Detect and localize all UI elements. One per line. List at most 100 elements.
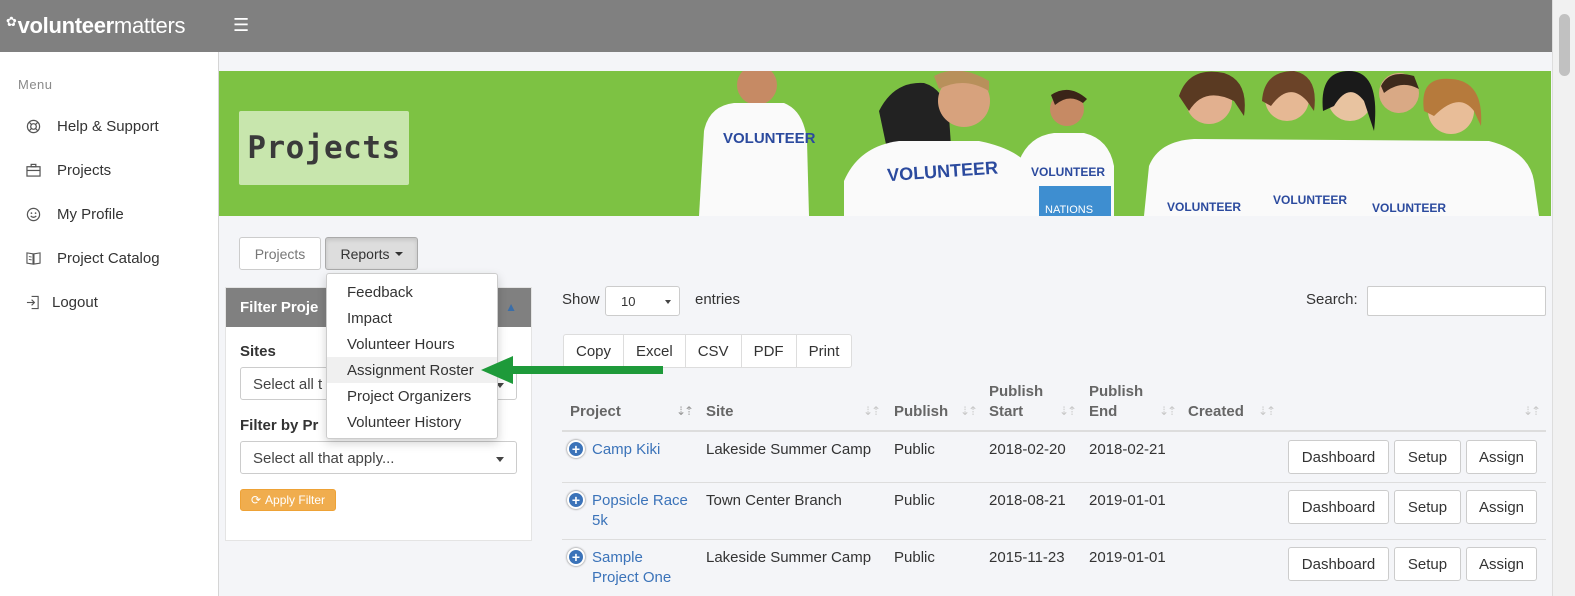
- caret-down-icon: [394, 251, 403, 256]
- logout-icon: [24, 293, 42, 311]
- dashboard-button[interactable]: Dashboard: [1288, 490, 1389, 524]
- sidebar-item-help-support[interactable]: Help & Support: [24, 115, 159, 137]
- search-input[interactable]: [1367, 286, 1546, 316]
- project-link[interactable]: Sample Project One: [592, 548, 671, 588]
- pdf-button[interactable]: PDF: [742, 335, 797, 367]
- column-header-created[interactable]: Created: [1188, 402, 1244, 422]
- menu-item-volunteer-hours[interactable]: Volunteer Hours: [327, 331, 497, 357]
- sort-icon[interactable]: ⇣⇡: [863, 404, 881, 418]
- smiley-icon: [24, 205, 42, 223]
- publish-start-cell: 2018-02-20: [989, 441, 1066, 458]
- publish-end-cell: 2019-01-01: [1089, 492, 1166, 509]
- sort-icon[interactable]: ⇣⇡: [1059, 404, 1077, 418]
- filter-by-select[interactable]: Select all that apply...: [240, 441, 517, 474]
- sidebar-item-label: Help & Support: [57, 117, 159, 135]
- menu-item-assignment-roster[interactable]: Assignment Roster: [327, 357, 497, 383]
- setup-button[interactable]: Setup: [1394, 547, 1461, 581]
- sidebar-item-logout[interactable]: Logout: [24, 291, 98, 313]
- sidebar-item-projects[interactable]: Projects: [24, 159, 111, 181]
- print-button[interactable]: Print: [797, 335, 852, 367]
- tab-projects[interactable]: Projects: [239, 237, 321, 270]
- book-icon: [24, 249, 42, 267]
- flower-icon: ✿: [6, 14, 17, 29]
- tab-reports[interactable]: Reports: [325, 237, 418, 270]
- chevron-up-icon[interactable]: ▲: [505, 300, 517, 314]
- sidebar-menu-title: Menu: [18, 77, 53, 92]
- publish-end-cell: 2018-02-21: [1089, 441, 1166, 458]
- column-header-project[interactable]: Project: [570, 402, 621, 422]
- hamburger-menu-icon[interactable]: ☰: [233, 15, 249, 36]
- page-title: Projects: [247, 130, 401, 166]
- csv-button[interactable]: CSV: [686, 335, 742, 367]
- setup-button[interactable]: Setup: [1394, 440, 1461, 474]
- table-header-divider: [562, 430, 1546, 432]
- column-header-publish[interactable]: Publish: [894, 402, 948, 422]
- row-divider: [562, 539, 1546, 540]
- refresh-icon: ⟳: [250, 493, 262, 507]
- apply-filter-button[interactable]: ⟳ Apply Filter: [240, 489, 336, 511]
- svg-text:NATIONS: NATIONS: [1045, 204, 1093, 216]
- menu-item-impact[interactable]: Impact: [327, 305, 497, 331]
- site-cell: Lakeside Summer Camp: [706, 441, 872, 458]
- site-cell: Lakeside Summer Camp: [706, 549, 872, 566]
- row-divider: [562, 482, 1546, 483]
- sort-icon[interactable]: ⇣⇡: [1159, 404, 1177, 418]
- top-bar: ✿volunteermatters ☰: [0, 0, 1552, 52]
- green-arrow-annotation: [481, 356, 663, 384]
- svg-text:VOLUNTEER: VOLUNTEER: [1273, 193, 1347, 207]
- menu-item-project-organizers[interactable]: Project Organizers: [327, 383, 497, 409]
- svg-text:VOLUNTEER: VOLUNTEER: [1031, 165, 1105, 179]
- publish-start-cell: 2018-08-21: [989, 492, 1066, 509]
- dashboard-button[interactable]: Dashboard: [1288, 547, 1389, 581]
- sidebar-item-label: Project Catalog: [57, 249, 160, 267]
- dashboard-button[interactable]: Dashboard: [1288, 440, 1389, 474]
- setup-button[interactable]: Setup: [1394, 490, 1461, 524]
- menu-item-volunteer-history[interactable]: Volunteer History: [327, 409, 497, 435]
- column-header-publish-end[interactable]: Publish End: [1089, 382, 1143, 422]
- volunteers-photo: VOLUNTEER VOLUNTEER VOLUNTEER NATIONS VO…: [699, 71, 1539, 216]
- publish-cell: Public: [894, 492, 935, 509]
- sidebar-item-label: Logout: [52, 293, 98, 311]
- publish-cell: Public: [894, 549, 935, 566]
- expand-row-icon[interactable]: +: [567, 548, 585, 566]
- assign-button[interactable]: Assign: [1466, 547, 1537, 581]
- sort-icon[interactable]: ⇣⇡: [960, 404, 978, 418]
- filter-by-label: Filter by Pr: [240, 417, 319, 434]
- project-link[interactable]: Camp Kiki: [592, 440, 660, 460]
- column-header-site[interactable]: Site: [706, 402, 734, 422]
- publish-end-cell: 2019-01-01: [1089, 549, 1166, 566]
- sort-asc-icon[interactable]: ⇣⇡: [676, 404, 694, 418]
- publish-cell: Public: [894, 441, 935, 458]
- publish-start-cell: 2015-11-23: [989, 549, 1065, 566]
- sidebar-item-my-profile[interactable]: My Profile: [24, 203, 124, 225]
- page-banner: Projects VOLUNTEER VOLUNTEER VOLUNTEER N…: [219, 71, 1551, 216]
- sort-icon[interactable]: ⇣⇡: [1523, 404, 1541, 418]
- caret-down-icon: [496, 457, 504, 462]
- menu-item-feedback[interactable]: Feedback: [327, 279, 497, 305]
- entries-length-select[interactable]: 10: [605, 286, 680, 316]
- project-link[interactable]: Popsicle Race 5k: [592, 491, 688, 531]
- lifebuoy-icon: [24, 117, 42, 135]
- page-scrollbar[interactable]: [1552, 0, 1575, 596]
- expand-row-icon[interactable]: +: [567, 440, 585, 458]
- column-header-publish-start[interactable]: Publish Start: [989, 382, 1043, 422]
- brand-logo[interactable]: ✿volunteermatters: [6, 13, 185, 39]
- sidebar-item-label: My Profile: [57, 205, 124, 223]
- assign-button[interactable]: Assign: [1466, 490, 1537, 524]
- sidebar: Menu Help & Support Projects My Profile …: [0, 52, 219, 596]
- entries-label: entries: [695, 291, 741, 308]
- reports-dropdown-menu: Feedback Impact Volunteer Hours Assignme…: [326, 273, 498, 439]
- sidebar-item-project-catalog[interactable]: Project Catalog: [24, 247, 160, 269]
- svg-text:VOLUNTEER: VOLUNTEER: [1372, 201, 1446, 215]
- sites-label: Sites: [240, 343, 276, 360]
- sort-icon[interactable]: ⇣⇡: [1258, 404, 1276, 418]
- expand-row-icon[interactable]: +: [567, 491, 585, 509]
- sidebar-item-label: Projects: [57, 161, 112, 179]
- scrollbar-thumb[interactable]: [1559, 14, 1570, 76]
- caret-down-icon: [665, 300, 671, 304]
- search-label: Search:: [1306, 291, 1358, 308]
- briefcase-icon: [24, 161, 42, 179]
- show-label: Show: [562, 291, 600, 308]
- assign-button[interactable]: Assign: [1466, 440, 1537, 474]
- site-cell: Town Center Branch: [706, 492, 842, 509]
